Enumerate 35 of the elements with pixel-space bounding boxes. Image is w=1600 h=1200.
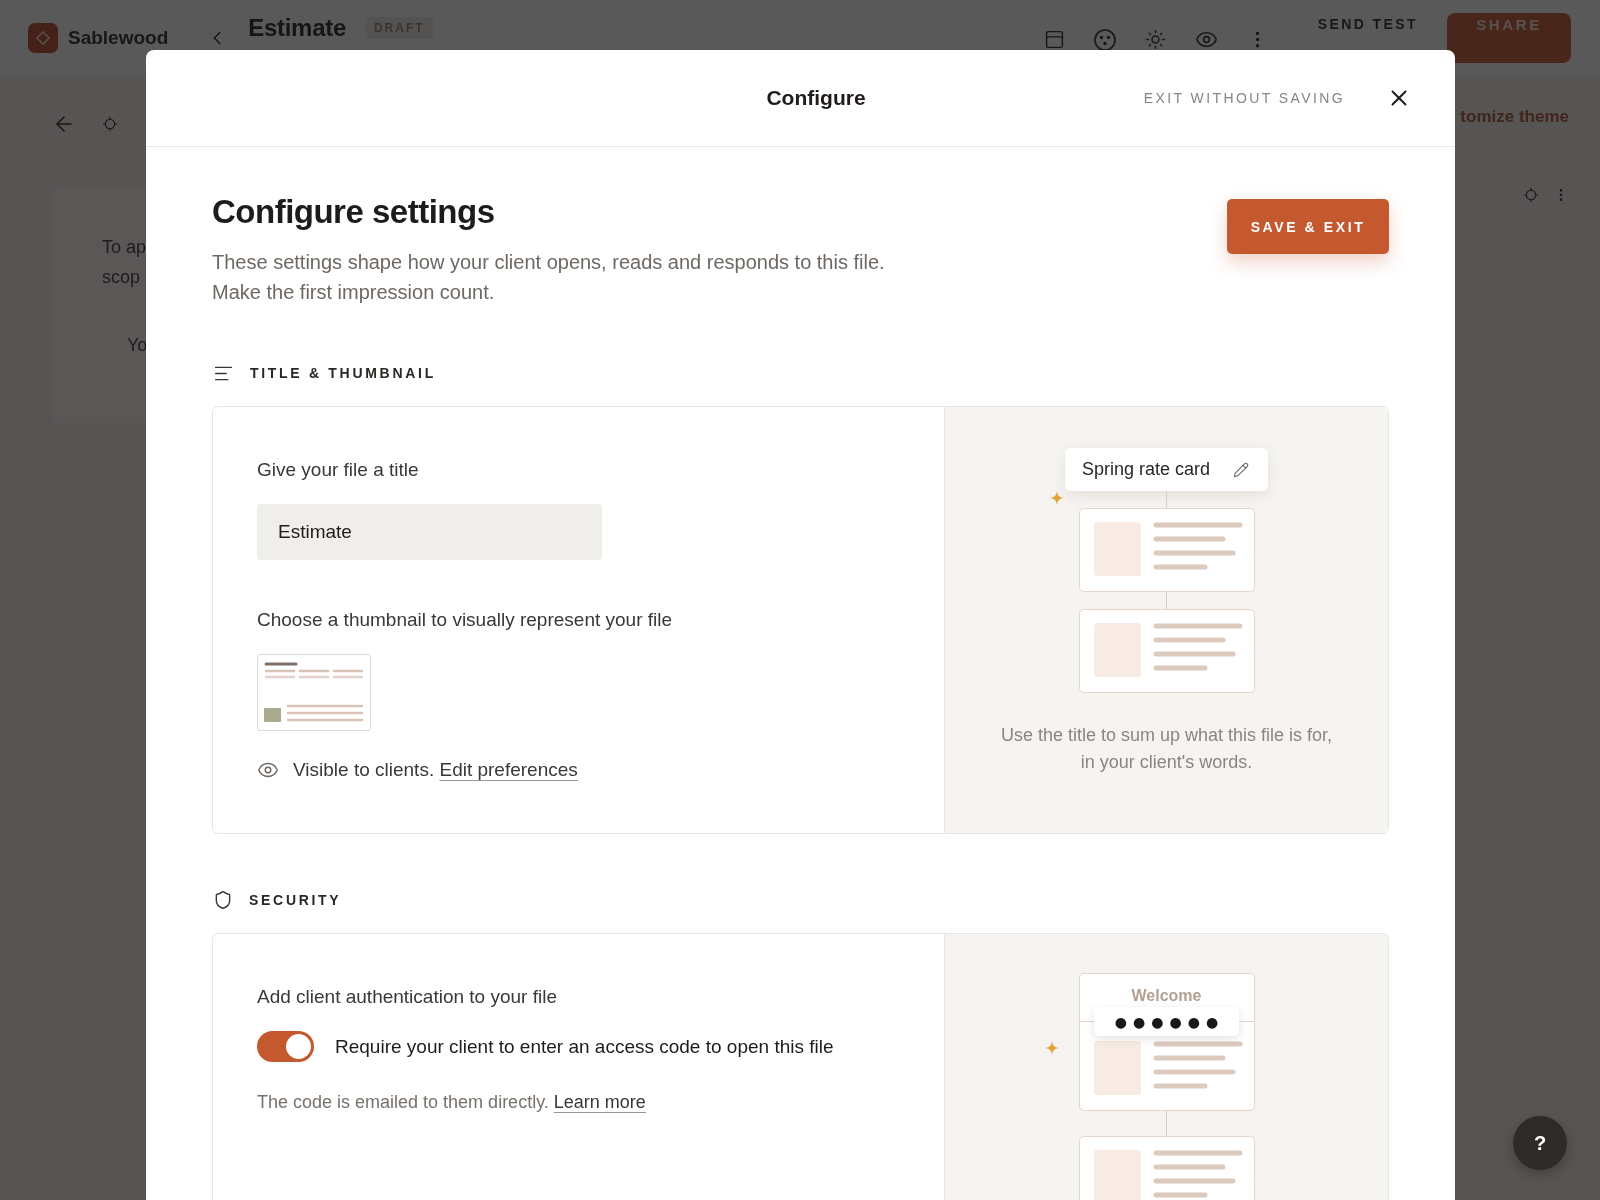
save-exit-button[interactable]: SAVE & EXIT: [1227, 199, 1389, 254]
sparkle-icon: [1050, 491, 1064, 505]
settings-heading: Configure settings: [212, 192, 496, 232]
settings-description: These settings shape how your client opens, reads and responds to this file. Make the first impression count.: [212, 250, 886, 305]
sparkle-icon: [1045, 1041, 1059, 1055]
pencil-icon: [1233, 461, 1250, 478]
toggle-label: Require your client to enter an access code to open this file: [335, 1034, 834, 1059]
thumbnail-option[interactable]: [257, 654, 371, 731]
access-code-toggle[interactable]: [257, 1031, 314, 1062]
paragraph-text: To ap: [102, 236, 146, 259]
visibility-note: Visible to clients. Edit preferences: [293, 758, 578, 782]
document-title: Estimate: [248, 14, 346, 42]
brand-name: Sablewood: [68, 27, 169, 49]
exit-without-saving-button[interactable]: EXIT WITHOUT SAVING: [1143, 90, 1345, 106]
quote-text: Yo: [127, 335, 148, 356]
tooltip-text: Spring rate card: [1081, 459, 1211, 480]
edit-preferences-link[interactable]: Edit preferences: [439, 759, 578, 780]
modal-title: Configure: [766, 86, 866, 110]
title-input[interactable]: Estimate: [257, 504, 602, 560]
document-lines-icon: [264, 661, 364, 724]
welcome-text: Welcome: [1131, 986, 1202, 1006]
section-title: SECURITY: [249, 892, 342, 908]
connector-line: [1166, 491, 1167, 508]
code-note: The code is emailed to them directly. Learn more: [257, 1091, 646, 1114]
preview-caption: Use the title to sum up what this file is for, in your client's words.: [999, 724, 1334, 774]
access-code-field: ●●●●●●: [1094, 1007, 1239, 1036]
paragraph-text: scop: [102, 266, 142, 289]
field-label: Give your file a title: [257, 458, 419, 482]
field-label: Add client authentication to your file: [257, 985, 557, 1009]
send-test-button[interactable]: SEND TEST: [1317, 16, 1418, 32]
shield-icon: [213, 890, 233, 910]
field-label: Choose a thumbnail to visually represent your file: [257, 608, 673, 632]
section-title: TITLE & THUMBNAIL: [250, 365, 436, 381]
connector-line: [1166, 592, 1167, 609]
learn-more-link[interactable]: Learn more: [553, 1092, 646, 1112]
